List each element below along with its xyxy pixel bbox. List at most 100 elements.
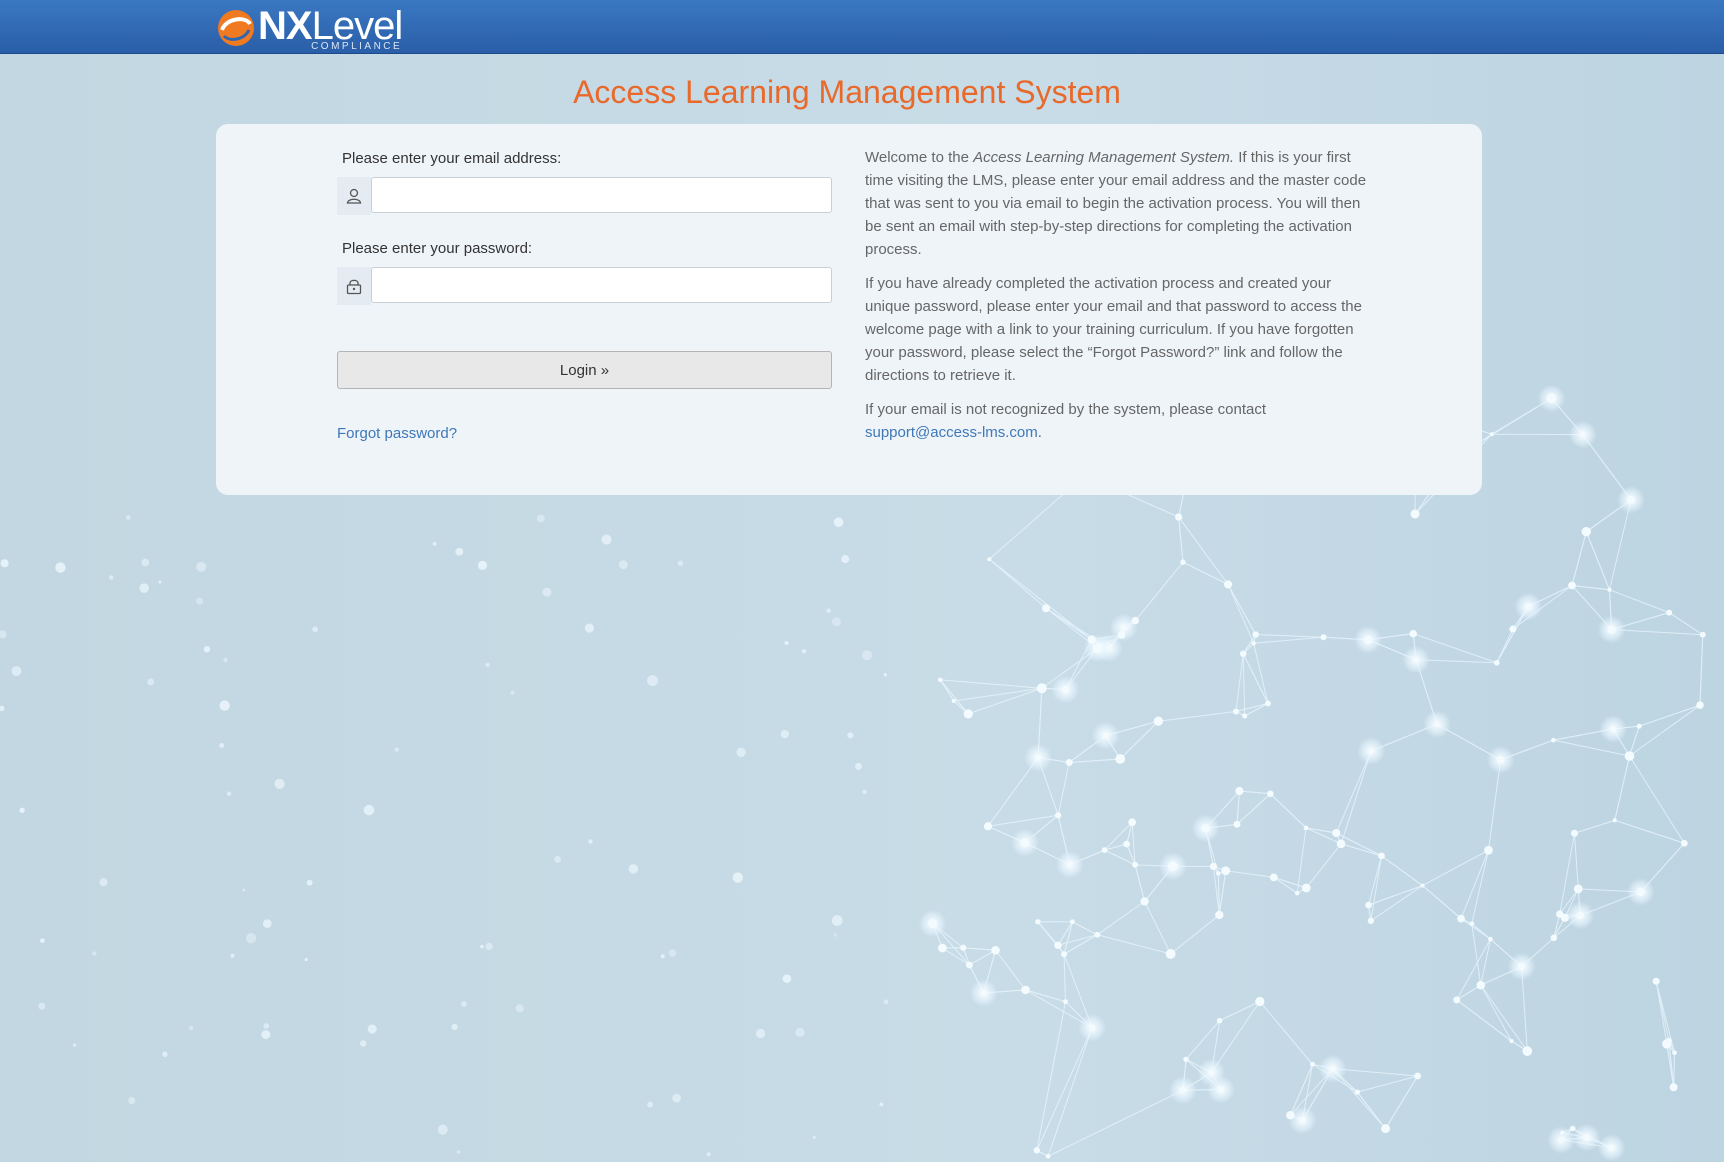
particle-dot (306, 879, 313, 886)
particle-dot (780, 729, 789, 739)
particle-dot (196, 597, 204, 605)
network-node (1239, 650, 1247, 657)
network-node (1699, 631, 1706, 638)
network-node (1065, 758, 1073, 766)
info-p1-intro: Welcome to the (865, 149, 974, 166)
network-node (1209, 862, 1217, 871)
network-node (1330, 1066, 1335, 1071)
network-node (1680, 839, 1688, 847)
particle-dot (125, 515, 131, 520)
email-field[interactable] (371, 177, 832, 213)
particle-dot (261, 1030, 271, 1040)
network-node (1570, 829, 1579, 837)
particle-dot (485, 662, 490, 667)
network-node (1636, 887, 1645, 897)
network-node (1180, 559, 1186, 565)
network-node (983, 822, 993, 831)
particle-dot (455, 547, 464, 556)
network-node (1303, 825, 1309, 831)
network-node (1652, 977, 1660, 985)
particle-dot (736, 747, 746, 757)
network-node (1251, 641, 1256, 646)
particle-dot (841, 555, 850, 564)
particle-dot (92, 951, 97, 956)
network-node (1224, 580, 1233, 589)
network-node (1413, 657, 1419, 663)
network-node (1434, 722, 1439, 727)
network-node (1476, 980, 1486, 990)
network-node (1624, 751, 1635, 761)
support-email-link[interactable]: support@access-lms.com (865, 424, 1038, 441)
info-p1-system-name: Access Learning Management System. (973, 149, 1235, 166)
network-node (1215, 910, 1224, 920)
network-node (1045, 1153, 1051, 1159)
particle-dot (226, 791, 232, 796)
particle-dot (812, 1135, 816, 1139)
network-node (1672, 1050, 1677, 1056)
network-node (960, 944, 967, 951)
particle-dot (862, 789, 867, 795)
network-node (1457, 914, 1465, 923)
particle-dot (536, 514, 545, 523)
network-node (1216, 871, 1221, 876)
network-node (1092, 643, 1103, 653)
particle-dot (732, 872, 744, 883)
particle-dot (219, 742, 225, 749)
network-node (1518, 963, 1526, 971)
network-node (1208, 1069, 1215, 1076)
logo-mark-icon (218, 10, 254, 46)
particle-dot (451, 1023, 458, 1031)
network-node (1221, 866, 1231, 876)
network-node (1573, 884, 1583, 894)
network-node (1381, 1124, 1391, 1134)
network-node (1420, 883, 1425, 888)
network-node (1094, 931, 1101, 938)
particle-dot (141, 558, 150, 567)
network-node (1558, 1137, 1564, 1143)
network-node (1103, 733, 1108, 738)
network-node (1636, 723, 1642, 729)
network-node (1020, 838, 1030, 848)
particle-dot (831, 915, 843, 926)
network-node (981, 990, 986, 996)
network-node (1576, 911, 1584, 920)
page-title: Access Learning Management System (573, 74, 1121, 110)
network-node (1509, 1039, 1514, 1044)
particle-dot (601, 534, 612, 545)
network-node (1218, 1086, 1225, 1093)
network-node (1153, 716, 1164, 726)
network-node (1128, 818, 1137, 827)
password-field[interactable] (371, 267, 832, 303)
particle-dot (128, 1096, 136, 1105)
password-input-group (337, 267, 832, 305)
network-node (1612, 818, 1617, 823)
network-node (1269, 873, 1278, 882)
particle-dot (40, 938, 45, 943)
network-node (1560, 1130, 1565, 1135)
particle-dot (861, 650, 873, 661)
email-input-group (337, 177, 832, 215)
network-node (1255, 996, 1265, 1007)
network-node (937, 677, 943, 683)
particle-dot (223, 657, 228, 663)
nxlevel-logo[interactable]: NXLevel COMPLIANCE (216, 4, 403, 52)
particle-dot (618, 560, 628, 570)
logo-nx-text: NX (258, 4, 313, 48)
network-node (1669, 1083, 1678, 1092)
network-node (1267, 790, 1274, 797)
network-node (1414, 1072, 1421, 1080)
network-node (1496, 755, 1505, 764)
particle-dot (38, 1002, 46, 1010)
forgot-password-link[interactable]: Forgot password? (337, 425, 457, 442)
particle-dot (304, 958, 308, 962)
login-button[interactable]: Login » (337, 351, 832, 389)
particle-dot (784, 640, 789, 646)
particle-dot (245, 933, 257, 944)
particle-dot (628, 864, 639, 874)
network-node (1409, 629, 1418, 638)
network-node (1494, 660, 1500, 666)
particle-dot (360, 1040, 367, 1047)
network-node (1233, 820, 1241, 828)
network-node (1035, 754, 1041, 761)
network-node (1168, 861, 1178, 872)
